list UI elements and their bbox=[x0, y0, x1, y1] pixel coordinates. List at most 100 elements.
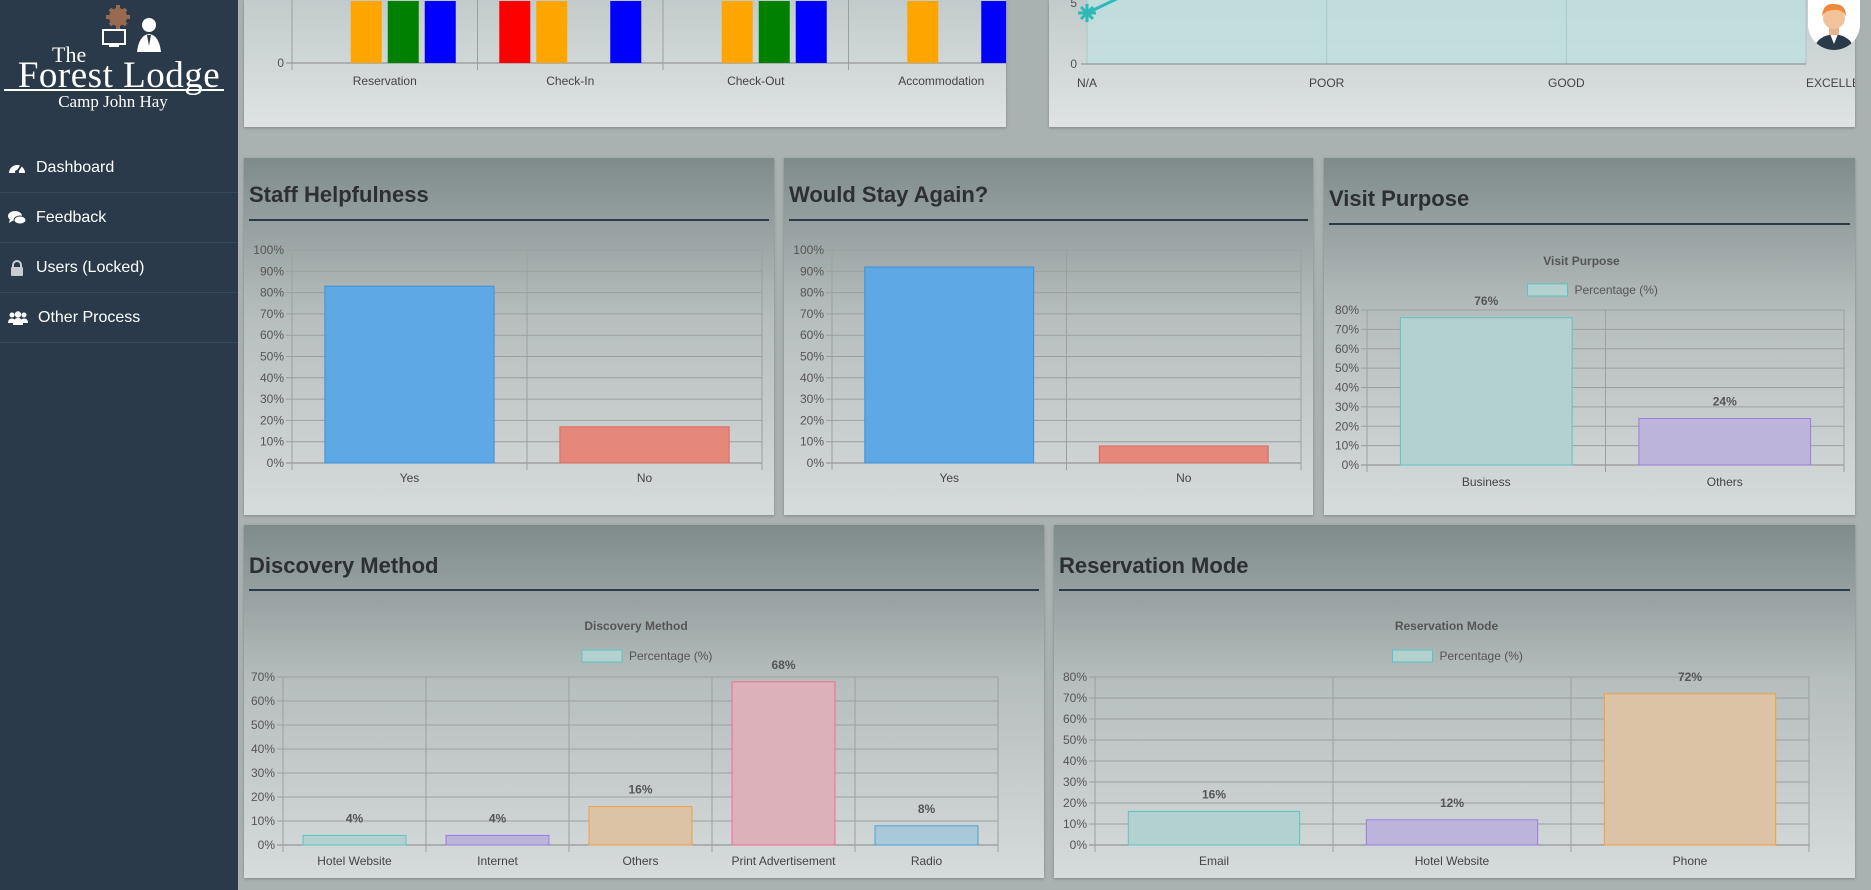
y-tick-label: 40% bbox=[800, 371, 824, 385]
sidebar-item-label: Other Process bbox=[38, 308, 141, 326]
x-tick-label: Others bbox=[622, 854, 658, 868]
y-tick-label: 50% bbox=[260, 350, 284, 364]
x-tick-label: Email bbox=[1199, 854, 1229, 868]
y-tick-label: 100% bbox=[253, 243, 284, 257]
y-tick-label: 30% bbox=[800, 392, 824, 406]
chart-title: Reservation Mode bbox=[1395, 619, 1499, 633]
legend-label: Percentage (%) bbox=[629, 649, 712, 663]
x-tick-label: Check-In bbox=[546, 74, 594, 88]
y-tick-label: 40% bbox=[251, 742, 275, 756]
y-tick-label: 20% bbox=[800, 413, 824, 427]
y-tick-label: 40% bbox=[1063, 754, 1087, 768]
y-tick-label: 20% bbox=[260, 413, 284, 427]
x-tick-label: Print Advertisement bbox=[731, 854, 836, 868]
bar bbox=[559, 426, 730, 464]
bar bbox=[1638, 418, 1812, 466]
chart-reservation-mode: Reservation Mode Percentage (%) 0% 10% 20% 30… bbox=[1063, 619, 1810, 868]
area-fill bbox=[1087, 0, 1806, 64]
avatar-icon bbox=[1808, 0, 1860, 50]
x-tick-label: GOOD bbox=[1548, 76, 1585, 90]
logo-emblem-icon bbox=[102, 5, 161, 52]
y-tick-label: 10% bbox=[251, 814, 275, 828]
bar bbox=[499, 1, 531, 63]
y-tick-label: 20% bbox=[1063, 796, 1087, 810]
gauge-icon bbox=[8, 159, 26, 177]
sidebar-item-label: Feedback bbox=[36, 208, 107, 226]
bar bbox=[536, 1, 568, 63]
y-tick-label: 40% bbox=[1335, 381, 1359, 395]
y-tick-label: 40% bbox=[260, 371, 284, 385]
y-tick-label: 80% bbox=[800, 286, 824, 300]
x-tick-label: Business bbox=[1462, 475, 1511, 489]
panel-staff-helpfulness: Staff Helpfulness 0% 10% 20% 30% 40% 50% 60% 70… bbox=[244, 158, 774, 515]
panel-reservation-mode: Reservation Mode Reservation Mode Percent… bbox=[1054, 525, 1855, 878]
bar bbox=[721, 1, 753, 63]
y-tick-label: 30% bbox=[251, 766, 275, 780]
bar bbox=[864, 266, 1035, 464]
chart-visit-purpose: Visit Purpose Percentage (%) 0% 10% 20% 30% 40… bbox=[1335, 254, 1845, 489]
y-tick-label: 10% bbox=[1063, 817, 1087, 831]
panel-discovery-method: Discovery Method Discovery Method Percent… bbox=[244, 525, 1044, 878]
bar bbox=[1098, 445, 1269, 464]
panel-ratings-by-stage: 0 Reservation Check-In Check-Out Accommodati… bbox=[244, 0, 1006, 127]
chart-ratings-by-stage: 0 Reservation Check-In Check-Out Accommodati… bbox=[277, 0, 1006, 88]
y-tick-label: 20% bbox=[251, 790, 275, 804]
x-tick-label: POOR bbox=[1309, 76, 1345, 90]
sidebar-item-other-process[interactable]: Other Process bbox=[0, 293, 238, 343]
chart-title: Discovery Method bbox=[584, 619, 687, 633]
chart-rating-line: N/A POOR GOOD EXCELLENT 0 5 bbox=[1070, 0, 1855, 90]
x-tick-label: Hotel Website bbox=[1415, 854, 1490, 868]
bar bbox=[795, 1, 827, 63]
data-label: 4% bbox=[346, 811, 364, 825]
y-tick-label: 10% bbox=[1335, 439, 1359, 453]
sidebar-item-users[interactable]: Users (Locked) bbox=[0, 243, 238, 293]
y-tick-label: 10% bbox=[260, 435, 284, 449]
bar bbox=[758, 1, 790, 63]
bar bbox=[1127, 810, 1301, 846]
panel-rating-line: N/A POOR GOOD EXCELLENT 0 5 bbox=[1049, 0, 1855, 127]
bar bbox=[1603, 693, 1777, 846]
y-tick-label: 60% bbox=[260, 328, 284, 342]
data-label: 16% bbox=[1202, 787, 1226, 801]
y-tick-label: 80% bbox=[1335, 303, 1359, 317]
lock-icon bbox=[8, 259, 26, 277]
x-tick-label: No bbox=[637, 471, 653, 485]
sidebar-item-label: Users (Locked) bbox=[36, 258, 145, 276]
data-label: 76% bbox=[1474, 294, 1498, 308]
x-tick-label: Check-Out bbox=[727, 74, 785, 88]
bar bbox=[907, 1, 939, 63]
user-avatar[interactable] bbox=[1808, 0, 1860, 50]
chart-discovery-method: Discovery Method Percentage (%) 0% 10% 20% 30… bbox=[251, 619, 999, 868]
y-tick-label: 0% bbox=[267, 456, 285, 470]
bar bbox=[387, 1, 419, 63]
comments-icon bbox=[8, 209, 26, 227]
y-tick-label: 60% bbox=[800, 328, 824, 342]
data-label: 72% bbox=[1678, 670, 1702, 684]
x-tick-label: EXCELLENT bbox=[1806, 76, 1855, 90]
y-tick-label: 60% bbox=[1063, 712, 1087, 726]
x-tick-label: Reservation bbox=[353, 74, 417, 88]
x-tick-label: Accommodation bbox=[898, 74, 984, 88]
data-label: 16% bbox=[628, 783, 652, 797]
data-label: 24% bbox=[1713, 395, 1737, 409]
brand-logo[interactable]: The Forest Lodge Camp John Hay bbox=[0, 0, 238, 120]
sidebar-nav: Dashboard Feedback Users (Locked) Other … bbox=[0, 143, 238, 343]
data-label: 8% bbox=[918, 802, 936, 816]
sidebar-item-feedback[interactable]: Feedback bbox=[0, 193, 238, 243]
y-tick-label: 30% bbox=[1063, 775, 1087, 789]
legend-swatch bbox=[1392, 649, 1433, 663]
chart-would-stay-again: 0% 10% 20% 30% 40% 50% 60% 70% 80% 90% 100% Yes No bbox=[793, 243, 1302, 485]
y-tick-label: 90% bbox=[260, 264, 284, 278]
data-label: 12% bbox=[1440, 796, 1464, 810]
y-tick-label: 10% bbox=[800, 435, 824, 449]
bar bbox=[1365, 819, 1539, 846]
sidebar-item-dashboard[interactable]: Dashboard bbox=[0, 143, 238, 193]
bar bbox=[588, 806, 693, 846]
bar bbox=[610, 1, 642, 63]
y-tick-label: 30% bbox=[1335, 400, 1359, 414]
legend-swatch bbox=[581, 649, 623, 663]
x-tick-label: Yes bbox=[939, 471, 959, 485]
legend-label: Percentage (%) bbox=[1575, 283, 1658, 297]
bar bbox=[424, 1, 456, 63]
bar bbox=[981, 1, 1006, 63]
